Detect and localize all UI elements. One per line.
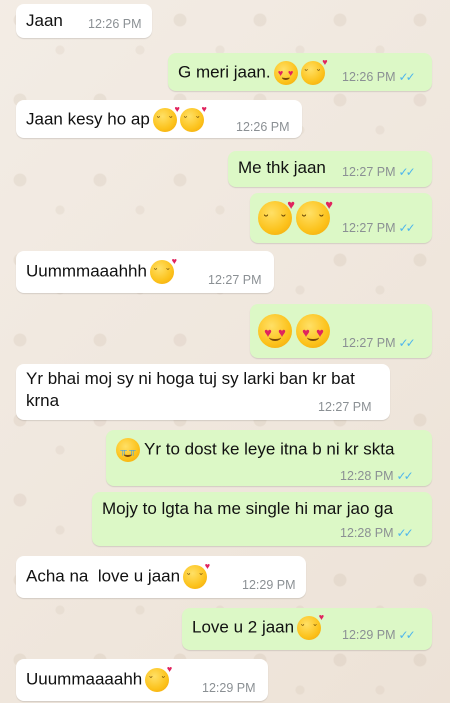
double-check-icon: ✓✓ — [398, 165, 416, 179]
message-time: 12:26 PM — [236, 120, 290, 134]
message-emojis: ♥ ♥ ♥ ♥ — [258, 314, 334, 348]
message-time: 12:27 PM — [318, 400, 372, 414]
kissing-face-icon: ˘ ˘ ♥ — [152, 105, 180, 132]
kissing-face-icon: ˘ ˘ ♥ — [183, 562, 210, 589]
message-incoming[interactable]: Jaan kesy ho ap ˘ ˘ ♥ ˘ ˘ ♥ 12:26 PM — [16, 100, 302, 138]
message-outgoing[interactable]: ╥ ╥ Yr to dost ke leye itna b ni kr skta 1… — [106, 430, 432, 486]
message-text: Mojy to lgta ha me single hi mar jao ga — [102, 499, 394, 518]
message-emojis: ˘ ˘ ♥ ˘ ˘ ♥ — [258, 198, 334, 235]
message-text-content: G meri jaan. — [178, 62, 271, 82]
double-check-icon: ✓✓ — [398, 628, 416, 642]
message-time: 12:27 PM ✓✓ — [342, 165, 416, 179]
message-outgoing[interactable]: ˘ ˘ ♥ ˘ ˘ ♥ 12:27 PM ✓✓ — [250, 193, 432, 243]
message-time: 12:28 PM ✓✓ — [340, 526, 414, 540]
message-incoming[interactable]: Uummmaaahhh ˘ ˘ ♥ 12:27 PM — [16, 251, 274, 293]
double-check-icon: ✓✓ — [396, 469, 414, 483]
message-text-content: Love u 2 jaan — [192, 617, 295, 637]
message-time: 12:26 PM — [88, 17, 142, 31]
kissing-face-icon: ˘ ˘ ♥ — [297, 613, 324, 640]
message-time: 12:27 PM ✓✓ — [342, 336, 416, 350]
message-text: Jaan — [26, 11, 63, 30]
double-check-icon: ✓✓ — [398, 221, 416, 235]
message-text: Jaan kesy ho ap ˘ ˘ ♥ ˘ ˘ ♥ — [26, 105, 207, 132]
heart-eyes-face-icon: ♥ ♥ — [258, 314, 292, 348]
double-check-icon: ✓✓ — [398, 336, 416, 350]
message-outgoing[interactable]: Mojy to lgta ha me single hi mar jao ga … — [92, 492, 432, 546]
kissing-face-icon: ˘ ˘ ♥ — [145, 665, 172, 692]
kissing-face-icon: ˘ ˘ ♥ — [300, 58, 328, 85]
heart-eyes-face-icon: ♥ ♥ — [296, 314, 330, 348]
message-incoming[interactable]: Uuummaaaahh ˘ ˘ ♥ 12:29 PM — [16, 659, 268, 701]
message-outgoing[interactable]: G meri jaan. ♥ ♥ ˘ ˘ ♥ 12:26 PM ✓✓ — [168, 53, 432, 91]
message-text: G meri jaan. ♥ ♥ ˘ ˘ ♥ — [178, 58, 328, 85]
message-text: Uummmaaahhh ˘ ˘ ♥ — [26, 257, 177, 284]
message-outgoing[interactable]: Me thk jaan 12:27 PM ✓✓ — [228, 151, 432, 187]
message-time: 12:29 PM — [202, 681, 256, 695]
message-text: Acha na love u jaan ˘ ˘ ♥ — [26, 562, 210, 589]
crying-face-icon: ╥ ╥ — [116, 438, 140, 462]
message-text: Love u 2 jaan ˘ ˘ ♥ — [192, 613, 324, 640]
message-text: Yr bhai moj sy ni hoga tuj sy larki ban … — [26, 369, 355, 410]
message-incoming[interactable]: Acha na love u jaan ˘ ˘ ♥ 12:29 PM — [16, 556, 306, 598]
message-time: 12:28 PM ✓✓ — [340, 469, 414, 483]
message-incoming[interactable]: Yr bhai moj sy ni hoga tuj sy larki ban … — [16, 364, 390, 420]
message-time: 12:29 PM ✓✓ — [342, 628, 416, 642]
message-outgoing[interactable]: Love u 2 jaan ˘ ˘ ♥ 12:29 PM ✓✓ — [182, 608, 432, 650]
message-text: Me thk jaan — [238, 158, 326, 177]
message-outgoing[interactable]: ♥ ♥ ♥ ♥ 12:27 PM ✓✓ — [250, 304, 432, 358]
kissing-face-icon: ˘ ˘ ♥ — [149, 257, 177, 284]
message-time: 12:29 PM — [242, 578, 296, 592]
kissing-face-icon: ˘ ˘ ♥ — [258, 198, 295, 235]
message-time: 12:27 PM — [208, 273, 262, 287]
message-text: ╥ ╥ Yr to dost ke leye itna b ni kr skta — [116, 438, 394, 462]
message-time: 12:26 PM ✓✓ — [342, 70, 416, 84]
message-incoming[interactable]: Jaan 12:26 PM — [16, 4, 152, 38]
double-check-icon: ✓✓ — [396, 526, 414, 540]
heart-eyes-face-icon: ♥ ♥ — [273, 61, 298, 85]
message-text-content: Jaan kesy ho ap — [26, 109, 150, 129]
double-check-icon: ✓✓ — [398, 70, 416, 84]
kissing-face-icon: ˘ ˘ ♥ — [179, 105, 207, 132]
kissing-face-icon: ˘ ˘ ♥ — [296, 198, 333, 235]
message-text-content: Acha na love u jaan — [26, 566, 181, 586]
message-text-content: Yr to dost ke leye itna b ni kr skta — [144, 439, 395, 459]
message-text: Uuummaaaahh ˘ ˘ ♥ — [26, 665, 172, 692]
message-text-content: Uuummaaaahh — [26, 669, 143, 689]
message-time: 12:27 PM ✓✓ — [342, 221, 416, 235]
message-text-content: Uummmaaahhh — [26, 261, 147, 281]
